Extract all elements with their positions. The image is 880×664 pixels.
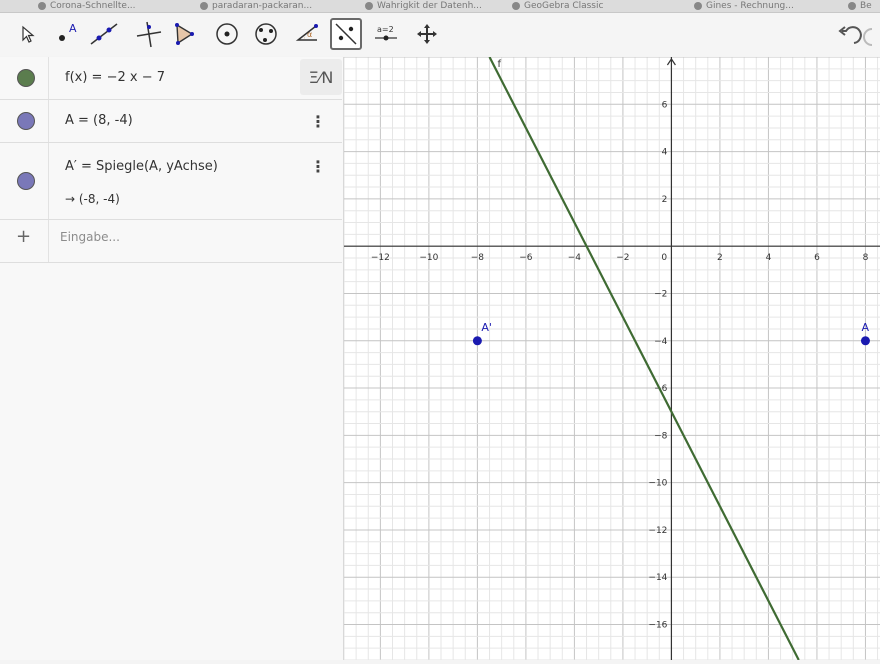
algebra-row-f[interactable]: f(x) = −2 x − 7 Ξ⁄N (0, 57, 342, 100)
circle-tool-button[interactable] (211, 18, 243, 50)
algebra-input-row[interactable]: + Eingabe... (0, 220, 342, 263)
x-tick-label: −10 (419, 253, 438, 263)
tab-favicon-icon (200, 1, 208, 10)
x-tick-label: −4 (568, 253, 582, 263)
tab-favicon-icon (38, 1, 46, 10)
visibility-toggle-A-prime[interactable] (17, 172, 35, 190)
circle-center-point-icon (216, 23, 238, 45)
tab-favicon-icon (694, 1, 702, 10)
slider-icon: a=2 (375, 25, 397, 41)
function-label-f: f (498, 59, 502, 70)
more-options-icon[interactable]: ⋮ (310, 159, 326, 175)
undo-icon (838, 26, 873, 46)
x-tick-label: 2 (717, 253, 723, 263)
visibility-toggle-f[interactable] (17, 69, 35, 87)
y-tick-label: 2 (662, 195, 668, 205)
x-tick-label: −6 (519, 253, 533, 263)
geogebra-toolbar: A α a=2 (0, 13, 880, 56)
polygon-icon (175, 23, 194, 45)
move-graphics-view-icon (417, 24, 437, 44)
browser-tab[interactable]: Corona-Schnellte... (38, 0, 136, 12)
angle-icon: α (295, 24, 318, 41)
svg-text:A: A (69, 22, 77, 35)
more-options-icon[interactable]: ⋮ (310, 114, 326, 130)
algebra-expression[interactable]: f(x) = −2 x − 7 (65, 70, 165, 85)
point-label: A (861, 321, 869, 334)
point-icon: A (59, 22, 77, 41)
polygon-tool-button[interactable] (168, 18, 200, 50)
browser-tab[interactable]: GeoGebra Classic (512, 0, 603, 12)
line-through-points-icon (90, 23, 118, 45)
move-graphics-view-tool-button[interactable] (411, 18, 443, 50)
undo-button[interactable] (828, 23, 874, 51)
browser-tab[interactable]: paradaran-packaran... (200, 0, 312, 12)
svg-text:α: α (307, 30, 312, 39)
y-tick-label: −2 (654, 289, 667, 299)
x-tick-label: 4 (766, 253, 772, 263)
function-line-f (488, 56, 800, 661)
x-tick-label: 6 (814, 253, 820, 263)
y-tick-label: −8 (654, 431, 668, 441)
algebra-input-field[interactable]: Eingabe... (60, 230, 120, 244)
circle-three-points-tool-button[interactable] (250, 18, 282, 50)
slider-tool-button[interactable]: a=2 (370, 18, 402, 50)
graphics-canvas[interactable]: −12−10−8−6−4−202468642−2−4−6−8−10−12−14−… (343, 56, 880, 661)
algebra-expression[interactable]: A = (8, -4) (65, 113, 133, 128)
reflect-about-line-icon (335, 23, 357, 45)
browser-tab[interactable]: Wahrigkit der Datenh... (365, 0, 482, 12)
svg-text:a=2: a=2 (377, 25, 394, 34)
perpendicular-line-icon (136, 21, 162, 48)
visibility-toggle-A[interactable] (17, 112, 35, 130)
line-tool-button[interactable] (88, 18, 120, 50)
y-tick-label: 4 (662, 148, 668, 158)
add-item-icon[interactable]: + (16, 226, 31, 247)
eq-format-icon: Ξ⁄N (308, 67, 334, 87)
browser-tab[interactable]: Gines - Rechnung... (694, 0, 794, 12)
algebra-row-A[interactable]: A = (8, -4) ⋮ (0, 100, 342, 143)
x-tick-label: 8 (863, 253, 869, 263)
y-tick-label: −14 (648, 573, 667, 583)
y-tick-label: −10 (648, 479, 667, 489)
tab-favicon-icon (848, 1, 856, 10)
algebra-expression[interactable]: A′ = Spiegle(A, yAchse) (65, 159, 218, 174)
x-tick-label: 0 (661, 253, 667, 263)
y-tick-label: −12 (648, 526, 667, 536)
angle-tool-button[interactable]: α (290, 18, 322, 50)
algebra-view: f(x) = −2 x − 7 Ξ⁄N A = (8, -4) ⋮ A′ = S… (0, 57, 344, 660)
browser-tab-strip: Corona-Schnellte... paradaran-packaran..… (0, 0, 880, 13)
browser-tab[interactable]: Be (848, 0, 872, 12)
graphics-view[interactable]: −12−10−8−6−4−202468642−2−4−6−8−10−12−14−… (343, 56, 880, 661)
algebra-input-format-button[interactable]: Ξ⁄N (300, 59, 342, 95)
y-tick-label: 6 (662, 100, 668, 110)
algebra-row-A-prime[interactable]: A′ = Spiegle(A, yAchse) → (-8, -4) ⋮ (0, 143, 342, 220)
move-tool-button[interactable] (12, 18, 44, 50)
x-tick-label: −2 (616, 253, 629, 263)
tab-favicon-icon (365, 1, 373, 10)
point-tool-button[interactable]: A (50, 18, 82, 50)
x-tick-label: −8 (471, 253, 485, 263)
algebra-result: → (-8, -4) (65, 192, 120, 206)
point-A-prime (472, 336, 482, 346)
point-label: A' (481, 321, 492, 334)
reflect-about-line-tool-button[interactable] (330, 18, 362, 50)
x-tick-label: −12 (371, 253, 390, 263)
y-tick-label: −16 (648, 621, 667, 631)
perpendicular-tool-button[interactable] (133, 18, 165, 50)
tab-favicon-icon (512, 1, 520, 10)
y-tick-label: −4 (654, 337, 668, 347)
point-A (860, 336, 870, 346)
circle-three-points-icon (255, 23, 277, 45)
cursor-arrow-icon (22, 25, 35, 43)
